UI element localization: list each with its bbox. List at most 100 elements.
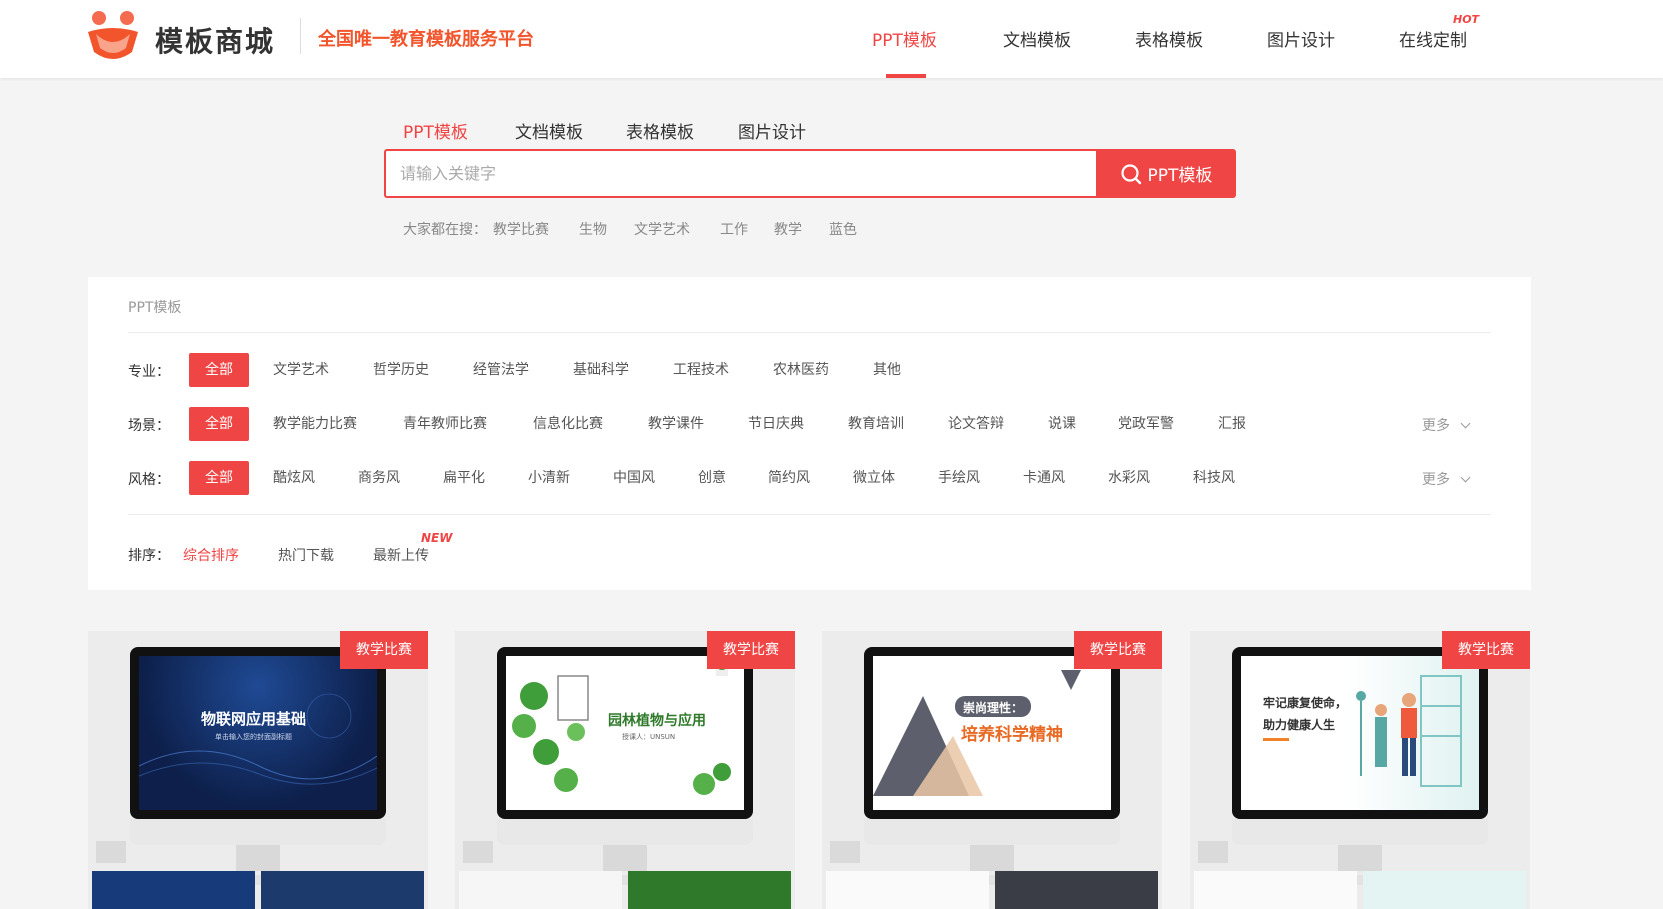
sort-option[interactable]: 最新上传 bbox=[373, 545, 429, 565]
chip-scene[interactable]: 教育培训 bbox=[848, 407, 904, 441]
chip-style[interactable]: 创意 bbox=[698, 461, 726, 495]
chip-major[interactable]: 其他 bbox=[873, 353, 901, 387]
chip-scene[interactable]: 信息化比赛 bbox=[533, 407, 603, 441]
nav-image[interactable]: 图片设计 bbox=[1267, 26, 1335, 51]
hot-word[interactable]: 工作 bbox=[720, 219, 748, 239]
search-tab-doc[interactable]: 文档模板 bbox=[515, 118, 583, 143]
nav-doc[interactable]: 文档模板 bbox=[1003, 26, 1071, 51]
monitor-screen: 物联网应用基础 单击输入您的封面副标题 bbox=[130, 647, 386, 819]
hot-search-prefix: 大家都在搜： bbox=[403, 222, 487, 238]
more-style-button[interactable]: 更多 bbox=[1422, 469, 1471, 489]
thumbnail-strip bbox=[1194, 871, 1526, 909]
chip-scene[interactable]: 全部 bbox=[189, 407, 249, 441]
books-decoration bbox=[1198, 841, 1228, 863]
chip-scene[interactable]: 汇报 bbox=[1218, 407, 1246, 441]
chip-major[interactable]: 基础科学 bbox=[573, 353, 629, 387]
chevron-down-icon bbox=[1461, 472, 1471, 483]
monitor-stand bbox=[970, 845, 1014, 871]
slide-title: 牢记康复使命， bbox=[1263, 696, 1348, 710]
divider bbox=[128, 332, 1491, 333]
hot-word[interactable]: 教学比赛 bbox=[493, 219, 549, 239]
card-badge: 教学比赛 bbox=[1442, 631, 1530, 669]
chip-style[interactable]: 手绘风 bbox=[938, 461, 980, 495]
hot-badge: HOT bbox=[1453, 13, 1480, 26]
thumbnail bbox=[995, 871, 1158, 909]
monitor-screen: 牢记康复使命， 助力健康人生 bbox=[1232, 647, 1488, 819]
slide-subtitle: 助力健康人生 bbox=[1263, 718, 1336, 732]
slide-title: 物联网应用基础 bbox=[201, 710, 307, 728]
thumbnail-strip bbox=[826, 871, 1158, 909]
monitor-stand bbox=[1338, 845, 1382, 871]
monitor-stand bbox=[603, 845, 647, 871]
hot-word[interactable]: 生物 bbox=[579, 219, 607, 239]
more-label: 更多 bbox=[1422, 418, 1450, 434]
slide-subtitle: 单击输入您的封面副标题 bbox=[215, 733, 292, 741]
nav-sheet[interactable]: 表格模板 bbox=[1135, 26, 1203, 51]
slide-preview: 物联网应用基础 单击输入您的封面副标题 bbox=[139, 656, 377, 810]
chip-style[interactable]: 水彩风 bbox=[1108, 461, 1150, 495]
template-card[interactable]: 物联网应用基础 单击输入您的封面副标题 教学比赛 bbox=[88, 631, 428, 909]
thumbnail bbox=[1363, 871, 1526, 909]
chip-scene[interactable]: 节日庆典 bbox=[748, 407, 804, 441]
slide-title: 培养科学精神 bbox=[961, 725, 1063, 745]
slide-title: 园林植物与应用 bbox=[608, 713, 706, 729]
chip-scene[interactable]: 教学课件 bbox=[648, 407, 704, 441]
template-card[interactable]: 园林植物与应用 授课人：UNSUN 教学比赛 bbox=[455, 631, 795, 909]
chip-scene[interactable]: 论文答辩 bbox=[948, 407, 1004, 441]
filter-label-major: 专业： bbox=[128, 364, 170, 380]
filter-label-scene: 场景： bbox=[128, 418, 170, 434]
template-card[interactable]: 牢记康复使命， 助力健康人生 教学比赛 bbox=[1190, 631, 1530, 909]
nav-ppt[interactable]: PPT模板 bbox=[872, 26, 937, 51]
chip-major[interactable]: 工程技术 bbox=[673, 353, 729, 387]
chip-scene[interactable]: 青年教师比赛 bbox=[403, 407, 487, 441]
chip-major[interactable]: 文学艺术 bbox=[273, 353, 329, 387]
books-decoration bbox=[96, 841, 126, 863]
chip-style[interactable]: 商务风 bbox=[358, 461, 400, 495]
slide-preview: 崇尚理性： 培养科学精神 bbox=[873, 656, 1111, 810]
thumbnail bbox=[1194, 871, 1357, 909]
chip-style[interactable]: 微立体 bbox=[853, 461, 895, 495]
chip-style[interactable]: 小清新 bbox=[528, 461, 570, 495]
chip-style[interactable]: 卡通风 bbox=[1023, 461, 1065, 495]
search-tab-sheet[interactable]: 表格模板 bbox=[626, 118, 694, 143]
search-input[interactable] bbox=[386, 151, 1098, 196]
hot-word[interactable]: 文学艺术 bbox=[634, 219, 690, 239]
search-tab-ppt[interactable]: PPT模板 bbox=[403, 118, 468, 143]
chip-major[interactable]: 经管法学 bbox=[473, 353, 529, 387]
hot-word[interactable]: 蓝色 bbox=[829, 219, 857, 239]
chip-scene[interactable]: 教学能力比赛 bbox=[273, 407, 357, 441]
hot-word[interactable]: 教学 bbox=[774, 219, 802, 239]
sort-option[interactable]: 热门下载 bbox=[278, 545, 334, 565]
chip-style[interactable]: 全部 bbox=[189, 461, 249, 495]
chip-major[interactable]: 全部 bbox=[189, 353, 249, 387]
accent-bar bbox=[1263, 738, 1289, 741]
logo-icon[interactable] bbox=[86, 10, 140, 62]
filter-label-style: 风格： bbox=[128, 472, 170, 488]
chip-style[interactable]: 酷炫风 bbox=[273, 461, 315, 495]
new-badge: NEW bbox=[421, 531, 453, 545]
chip-style[interactable]: 扁平化 bbox=[443, 461, 485, 495]
chip-style[interactable]: 中国风 bbox=[613, 461, 655, 495]
more-scene-button[interactable]: 更多 bbox=[1422, 415, 1471, 435]
chip-style[interactable]: 简约风 bbox=[768, 461, 810, 495]
monitor-chin bbox=[864, 819, 1120, 845]
card-preview: 物联网应用基础 单击输入您的封面副标题 bbox=[88, 631, 428, 909]
slide-subtitle: 崇尚理性： bbox=[963, 701, 1024, 715]
nav-custom[interactable]: 在线定制 bbox=[1399, 26, 1467, 51]
sort-option[interactable]: 综合排序 bbox=[183, 545, 239, 565]
template-card[interactable]: 崇尚理性： 培养科学精神 教学比赛 bbox=[822, 631, 1162, 909]
divider bbox=[128, 514, 1491, 515]
chip-major[interactable]: 哲学历史 bbox=[373, 353, 429, 387]
search-button[interactable]: PPT模板 bbox=[1096, 149, 1236, 198]
card-badge: 教学比赛 bbox=[1074, 631, 1162, 669]
thumbnail bbox=[92, 871, 255, 909]
brand-divider bbox=[300, 18, 301, 54]
chip-style[interactable]: 科技风 bbox=[1193, 461, 1235, 495]
books-decoration bbox=[830, 841, 860, 863]
chip-scene[interactable]: 说课 bbox=[1048, 407, 1076, 441]
brand-name[interactable]: 模板商城 bbox=[155, 20, 275, 60]
thumbnail-strip bbox=[459, 871, 791, 909]
chip-major[interactable]: 农林医药 bbox=[773, 353, 829, 387]
search-tab-image[interactable]: 图片设计 bbox=[738, 118, 806, 143]
chip-scene[interactable]: 党政军警 bbox=[1118, 407, 1174, 441]
